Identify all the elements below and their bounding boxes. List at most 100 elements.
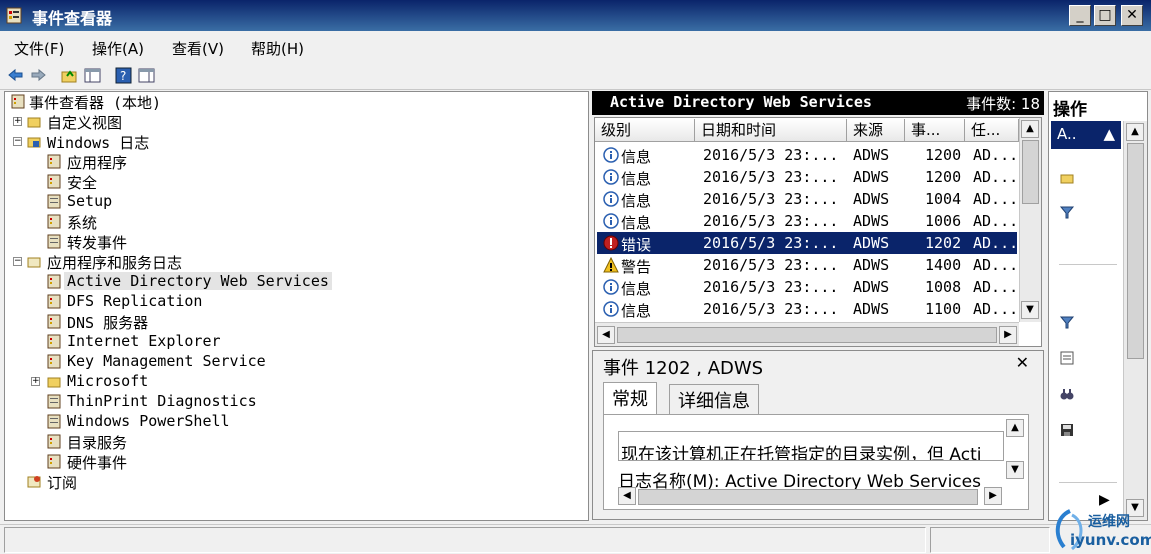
tab-details[interactable]: 详细信息 (669, 384, 759, 414)
column-datetime[interactable]: 日期和时间 (695, 119, 847, 142)
events-header: Active Directory Web Services 事件数: 18 (592, 91, 1044, 115)
folder-icon (27, 257, 41, 268)
event-row[interactable]: 信息 2016/5/3 23:... ADWS 1200 AD... (597, 166, 1018, 188)
event-row[interactable]: 信息 2016/5/3 23:... ADWS 1008 AD... (597, 276, 1019, 298)
events-vertical-scrollbar[interactable]: ▲ ▼ (1019, 118, 1041, 322)
subscription-icon (27, 476, 41, 488)
cell-datetime: 2016/5/3 23:... (703, 300, 839, 318)
events-panel: Active Directory Web Services 事件数: 18 级别… (592, 91, 1044, 347)
log-icon (47, 414, 61, 429)
watermark-line1: 运维网 (1088, 514, 1130, 530)
column-event-id[interactable]: 事... (905, 119, 965, 142)
cell-task: AD... (973, 190, 1019, 208)
cell-source: ADWS (853, 256, 890, 274)
expander-icon[interactable]: + (31, 377, 40, 386)
hscroll-thumb[interactable] (617, 327, 997, 343)
column-task[interactable]: 任... (965, 119, 1019, 142)
actions-panel: 操作 A.. ▲ ▶ ▲ ▼ (1048, 91, 1148, 521)
log-icon (47, 214, 61, 229)
collapse-up-icon: ▲ (1103, 125, 1115, 143)
cell-level: 信息 (621, 280, 652, 298)
tab-general[interactable]: 常规 (603, 382, 657, 414)
log-icon (47, 334, 61, 349)
detail-hscroll-thumb[interactable] (638, 489, 978, 505)
error-icon (603, 235, 619, 251)
expander-icon[interactable]: + (13, 117, 22, 126)
find-binoculars-icon[interactable] (1059, 386, 1075, 402)
log-icon (47, 174, 61, 189)
cell-level: 信息 (621, 214, 652, 232)
help-icon[interactable]: ? (115, 67, 132, 84)
menu-view[interactable]: 查看(V) (172, 38, 224, 59)
detail-close-button[interactable]: ✕ (1016, 353, 1029, 372)
scroll-up-button[interactable]: ▲ (1021, 120, 1039, 138)
cell-datetime: 2016/5/3 23:... (703, 168, 839, 186)
cell-datetime: 2016/5/3 23:... (703, 212, 839, 230)
show-hide-tree-icon[interactable] (84, 67, 101, 84)
event-row[interactable]: 错误 2016/5/3 23:... ADWS 1202 AD... (597, 232, 1019, 254)
status-bar (0, 524, 1151, 554)
cell-task: AD... (973, 212, 1019, 230)
show-action-pane-icon[interactable] (138, 67, 155, 84)
log-icon (47, 274, 61, 289)
cell-task: AD... (973, 234, 1019, 252)
detail-scroll-up-button[interactable]: ▲ (1006, 419, 1024, 437)
event-row[interactable]: 信息 2016/5/3 23:... ADWS 1004 AD... (597, 188, 1019, 210)
event-row[interactable]: 信息 2016/5/3 23:... ADWS 1200 AD... (597, 144, 1018, 166)
event-row[interactable]: 信息 2016/5/3 23:... ADWS 1006 AD... (597, 210, 1019, 232)
cell-task: AD... (973, 278, 1019, 296)
event-row[interactable]: 信息 2016/5/3 23:... ADWS 1100 AD... (597, 298, 1018, 320)
expander-icon[interactable]: − (13, 137, 22, 146)
info-icon (603, 191, 619, 207)
log-icon (47, 294, 61, 309)
scroll-thumb[interactable] (1127, 143, 1144, 359)
forward-arrow-icon[interactable] (30, 67, 47, 84)
actions-section-header[interactable]: A.. ▲ (1051, 121, 1121, 149)
cell-level: 错误 (621, 236, 652, 254)
scroll-right-button[interactable]: ▶ (999, 326, 1017, 344)
menu-help[interactable]: 帮助(H) (251, 38, 304, 59)
log-icon (47, 434, 61, 449)
info-icon (603, 279, 619, 295)
open-log-icon[interactable] (1059, 170, 1075, 186)
column-source[interactable]: 来源 (847, 119, 905, 142)
cell-level: 信息 (621, 148, 652, 166)
menu-bar: 文件(F) 操作(A) 查看(V) 帮助(H) (0, 32, 1151, 62)
log-icon (47, 454, 61, 469)
svg-text:?: ? (120, 69, 126, 83)
event-viewer-icon (11, 94, 25, 109)
cell-source: ADWS (853, 234, 890, 252)
close-button[interactable]: ✕ (1121, 5, 1143, 26)
actions-vertical-scrollbar[interactable]: ▲ ▼ (1123, 121, 1147, 520)
event-count: 事件数: 18 (966, 95, 1040, 113)
cell-datetime: 2016/5/3 23:... (703, 190, 839, 208)
events-horizontal-scrollbar[interactable]: ◀ ▶ (595, 322, 1019, 346)
log-title: Active Directory Web Services (610, 93, 872, 111)
message-box[interactable]: 现在该计算机正在托管指定的目录实例，但 Acti (618, 431, 1004, 461)
scroll-left-button[interactable]: ◀ (597, 326, 615, 344)
menu-action[interactable]: 操作(A) (92, 38, 144, 59)
save-icon[interactable] (1059, 422, 1075, 438)
folder-icon (27, 137, 41, 148)
filter-icon[interactable] (1059, 314, 1075, 330)
detail-scroll-right-button[interactable]: ▶ (984, 487, 1002, 505)
scroll-down-button[interactable]: ▼ (1021, 301, 1039, 319)
status-panel-secondary (930, 527, 1050, 553)
scroll-thumb[interactable] (1022, 140, 1039, 204)
maximize-button[interactable]: □ (1094, 5, 1116, 26)
filter-icon[interactable] (1059, 204, 1075, 220)
scroll-up-button[interactable]: ▲ (1126, 123, 1144, 141)
expander-icon[interactable]: − (13, 257, 22, 266)
window-title: 事件查看器 (32, 9, 113, 28)
column-level[interactable]: 级别 (595, 119, 695, 142)
folder-icon (47, 377, 61, 388)
event-row[interactable]: 警告 2016/5/3 23:... ADWS 1400 AD... (597, 254, 1018, 276)
menu-file[interactable]: 文件(F) (14, 38, 64, 59)
minimize-button[interactable]: _ (1069, 5, 1091, 26)
event-viewer-icon (6, 7, 22, 24)
back-arrow-icon[interactable] (7, 67, 24, 84)
up-folder-icon[interactable] (61, 67, 78, 84)
detail-scroll-left-button[interactable]: ◀ (618, 487, 636, 505)
properties-icon[interactable] (1059, 350, 1075, 366)
detail-scroll-down-button[interactable]: ▼ (1006, 461, 1024, 479)
